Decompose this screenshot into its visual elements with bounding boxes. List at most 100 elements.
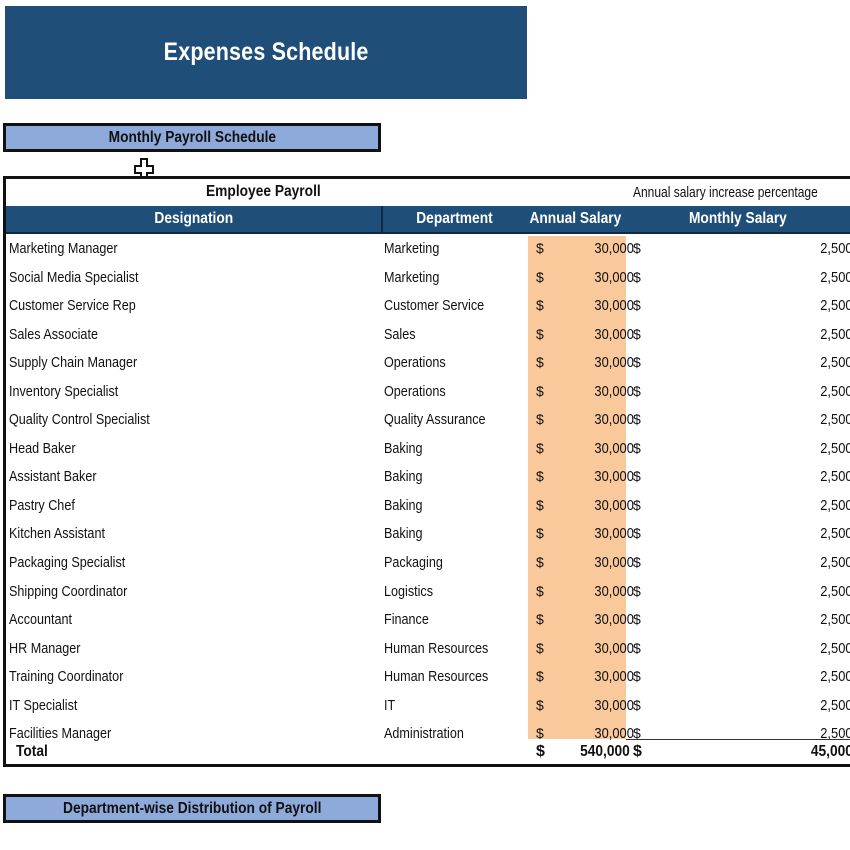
annual-salary-cell[interactable]: 30,000 [595, 326, 634, 343]
table-row: Kitchen Assistant Baking $30,000 $2,500 [6, 521, 850, 550]
table-row: HR Manager Human Resources $30,000 $2,500 [6, 636, 850, 665]
table-row: Training Coordinator Human Resources $30,0… [6, 664, 850, 693]
annual-salary-cell[interactable]: 30,000 [595, 497, 634, 514]
currency-symbol: $ [633, 240, 641, 256]
section-title: Monthly Payroll Schedule [108, 128, 276, 146]
currency-symbol: $ [633, 382, 641, 399]
currency-symbol: $ [633, 325, 641, 342]
monthly-salary-cell[interactable]: 2,500 [821, 668, 850, 685]
table-title-row: Employee Payroll Annual salary increase … [6, 179, 850, 206]
designation-cell[interactable]: Inventory Specialist [9, 383, 118, 400]
department-cell[interactable]: Baking [384, 525, 423, 542]
monthly-salary-cell[interactable]: 2,500 [821, 240, 850, 257]
monthly-salary-cell[interactable]: 2,500 [821, 468, 850, 485]
designation-cell[interactable]: Supply Chain Manager [9, 354, 137, 371]
annual-salary-cell[interactable]: 30,000 [595, 611, 634, 628]
table-title: Employee Payroll [206, 183, 321, 200]
currency-symbol: $ [536, 325, 544, 342]
department-cell[interactable]: Human Resources [384, 668, 488, 685]
department-cell[interactable]: Human Resources [384, 640, 488, 657]
designation-cell[interactable]: Quality Control Specialist [9, 411, 150, 428]
monthly-salary-cell[interactable]: 2,500 [821, 697, 850, 714]
currency-symbol: $ [633, 268, 641, 285]
designation-cell[interactable]: Packaging Specialist [9, 554, 125, 571]
annual-salary-cell[interactable]: 30,000 [595, 640, 634, 657]
monthly-salary-cell[interactable]: 2,500 [821, 525, 850, 542]
annual-salary-cell[interactable]: 30,000 [595, 668, 634, 685]
annual-salary-cell[interactable]: 30,000 [595, 440, 634, 457]
monthly-salary-cell[interactable]: 2,500 [821, 640, 850, 657]
currency-symbol: $ [536, 297, 544, 314]
table-row: Social Media Specialist Marketing $30,000 $… [6, 265, 850, 294]
annual-salary-cell[interactable]: 30,000 [595, 468, 634, 485]
column-header-department[interactable]: Department [383, 206, 525, 232]
designation-cell[interactable]: Kitchen Assistant [9, 525, 105, 542]
department-cell[interactable]: Logistics [384, 583, 433, 600]
table-row: Assistant Baker Baking $30,000 $2,500 [6, 464, 850, 493]
designation-cell[interactable]: Marketing Manager [9, 240, 118, 257]
department-cell[interactable]: Marketing [384, 240, 439, 257]
designation-cell[interactable]: Sales Associate [9, 326, 98, 343]
designation-cell[interactable]: Social Media Specialist [9, 269, 139, 286]
department-cell[interactable]: Packaging [384, 554, 443, 571]
designation-cell[interactable]: Accountant [9, 611, 72, 628]
annual-salary-cell[interactable]: 30,000 [595, 697, 634, 714]
designation-cell[interactable]: Customer Service Rep [9, 297, 136, 314]
currency-symbol: $ [536, 525, 544, 542]
department-cell[interactable]: Baking [384, 440, 423, 457]
annual-salary-cell[interactable]: 30,000 [595, 354, 634, 371]
monthly-salary-cell[interactable]: 2,500 [821, 411, 850, 428]
table-row: Shipping Coordinator Logistics $30,000 $2,5… [6, 579, 850, 608]
designation-cell[interactable]: Pastry Chef [9, 497, 75, 514]
annual-salary-cell[interactable]: 30,000 [595, 411, 634, 428]
column-header-designation[interactable]: Designation [6, 206, 383, 232]
section-title: Department-wise Distribution of Payroll [62, 799, 322, 817]
designation-cell[interactable]: Shipping Coordinator [9, 583, 127, 600]
page-title-banner: Expenses Schedule [5, 6, 527, 99]
monthly-salary-cell[interactable]: 2,500 [821, 440, 850, 457]
currency-symbol: $ [536, 382, 544, 399]
department-cell[interactable]: Operations [384, 354, 446, 371]
monthly-salary-cell[interactable]: 2,500 [821, 326, 850, 343]
monthly-salary-cell[interactable]: 2,500 [821, 297, 850, 314]
monthly-salary-cell[interactable]: 2,500 [821, 583, 850, 600]
monthly-salary-cell[interactable]: 2,500 [821, 269, 850, 286]
designation-cell[interactable]: Head Baker [9, 440, 76, 457]
annual-salary-cell[interactable]: 30,000 [595, 554, 634, 571]
table-row: Head Baker Baking $30,000 $2,500 [6, 436, 850, 465]
monthly-salary-cell[interactable]: 2,500 [821, 383, 850, 400]
total-annual-salary[interactable]: 540,000 [580, 743, 630, 761]
total-monthly-salary[interactable]: 45,000 [811, 743, 850, 761]
department-cell[interactable]: Quality Assurance [384, 411, 486, 428]
monthly-salary-cell[interactable]: 2,500 [821, 554, 850, 571]
designation-cell[interactable]: IT Specialist [9, 697, 77, 714]
currency-symbol: $ [633, 297, 641, 314]
column-header-annual-salary[interactable]: Annual Salary [525, 206, 625, 232]
salary-increase-label[interactable]: Annual salary increase percentage [633, 184, 818, 201]
monthly-salary-cell[interactable]: 2,500 [821, 611, 850, 628]
annual-salary-cell[interactable]: 30,000 [595, 583, 634, 600]
department-cell[interactable]: Marketing [384, 269, 439, 286]
designation-cell[interactable]: Assistant Baker [9, 468, 97, 485]
monthly-salary-cell[interactable]: 2,500 [821, 497, 850, 514]
annual-salary-cell[interactable]: 30,000 [595, 525, 634, 542]
department-cell[interactable]: Customer Service [384, 297, 484, 314]
annual-salary-cell[interactable]: 30,000 [595, 269, 634, 286]
department-cell[interactable]: Operations [384, 383, 446, 400]
annual-salary-cell[interactable]: 30,000 [595, 240, 634, 257]
department-cell[interactable]: IT [384, 697, 395, 714]
monthly-salary-cell[interactable]: 2,500 [821, 354, 850, 371]
currency-symbol: $ [536, 554, 544, 571]
department-cell[interactable]: Sales [384, 326, 416, 343]
total-label: Total [16, 743, 48, 760]
annual-salary-cell[interactable]: 30,000 [595, 297, 634, 314]
department-cell[interactable]: Finance [384, 611, 429, 628]
column-header-monthly-salary[interactable]: Monthly Salary [625, 206, 850, 232]
designation-cell[interactable]: Training Coordinator [9, 668, 123, 685]
table-row: Inventory Specialist Operations $30,000 $2,… [6, 379, 850, 408]
annual-salary-cell[interactable]: 30,000 [595, 383, 634, 400]
department-cell[interactable]: Baking [384, 497, 423, 514]
designation-cell[interactable]: HR Manager [9, 640, 80, 657]
currency-symbol: $ [633, 611, 641, 628]
department-cell[interactable]: Baking [384, 468, 423, 485]
